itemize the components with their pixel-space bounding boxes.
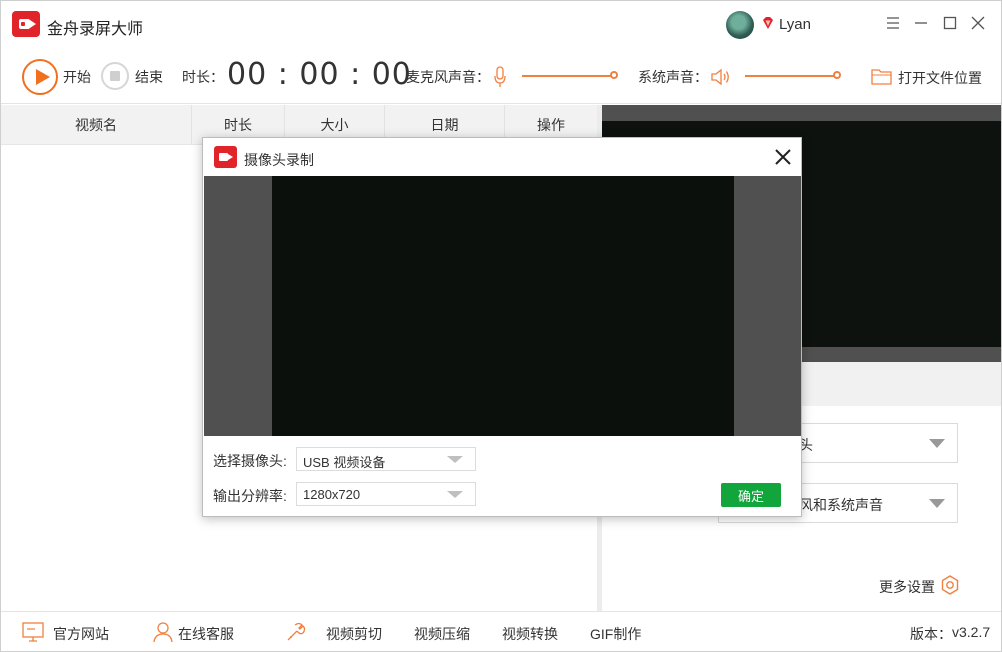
- tools-icon: [287, 622, 306, 641]
- app-logo-icon: [12, 11, 40, 37]
- gear-icon[interactable]: [940, 575, 960, 595]
- video-convert-link[interactable]: 视频转换: [502, 624, 558, 644]
- folder-icon[interactable]: [871, 67, 892, 85]
- minimize-icon[interactable]: [913, 15, 929, 31]
- chevron-down-icon: [929, 439, 945, 448]
- resolution-select-value: 1280x720: [303, 487, 361, 502]
- system-volume-knob[interactable]: [833, 71, 841, 79]
- camera-select-label: 选择摄像头:: [213, 453, 287, 469]
- customer-service-icon[interactable]: [152, 621, 174, 643]
- gif-maker-link[interactable]: GIF制作: [590, 624, 641, 644]
- chevron-down-icon: [929, 499, 945, 508]
- camera-select[interactable]: USB 视频设备: [296, 447, 476, 471]
- dialog-title: 摄像头录制: [244, 152, 314, 168]
- user-avatar[interactable]: [726, 11, 754, 39]
- version-number: v3.2.7: [952, 624, 991, 640]
- stop-record-icon[interactable]: [101, 62, 129, 90]
- audio-source-value: 风和系统声音: [799, 497, 883, 513]
- start-record-icon[interactable]: [22, 59, 58, 95]
- mic-volume-slider[interactable]: [522, 75, 614, 77]
- system-volume-slider[interactable]: [745, 75, 837, 77]
- resolution-select-label: 输出分辨率:: [213, 488, 287, 504]
- speaker-icon[interactable]: [711, 68, 733, 86]
- open-folder-button[interactable]: 打开文件位置: [898, 68, 982, 88]
- user-name[interactable]: Lyan: [779, 16, 811, 33]
- title-bar: 金舟录屏大师 Lyan: [1, 1, 1001, 47]
- start-button[interactable]: 开始: [63, 67, 91, 87]
- chevron-down-icon: [447, 491, 463, 498]
- bottom-bar: 官方网站 在线客服 视频剪切 视频压缩 视频转换 GIF制作 版本： v3.2.…: [1, 611, 1001, 651]
- maximize-icon[interactable]: [942, 15, 958, 31]
- system-volume-label: 系统声音：: [638, 69, 708, 85]
- camera-app-icon: [214, 146, 237, 168]
- video-cut-link[interactable]: 视频剪切: [326, 624, 382, 644]
- resolution-select[interactable]: 1280x720: [296, 482, 476, 506]
- online-support-link[interactable]: 在线客服: [178, 624, 234, 644]
- camera-select-value: USB 视频设备: [303, 455, 386, 470]
- confirm-button[interactable]: 确定: [721, 483, 781, 507]
- dialog-close-icon[interactable]: [774, 148, 792, 166]
- vip-diamond-icon: [763, 17, 773, 29]
- mic-volume-knob[interactable]: [610, 71, 618, 79]
- chevron-down-icon: [447, 456, 463, 463]
- column-video-name[interactable]: 视频名: [1, 105, 192, 145]
- microphone-icon[interactable]: [494, 66, 506, 88]
- more-settings-link[interactable]: 更多设置: [879, 577, 935, 597]
- app-title: 金舟录屏大师: [47, 21, 144, 38]
- menu-icon[interactable]: [885, 15, 901, 31]
- video-compress-link[interactable]: 视频压缩: [414, 624, 470, 644]
- camera-preview-canvas: [272, 176, 734, 436]
- close-icon[interactable]: [970, 15, 986, 31]
- app-window: 金舟录屏大师 Lyan 开始 结束 时长： 00 : 00 : 00 麦克风声音…: [0, 0, 1002, 652]
- camera-record-dialog: 摄像头录制 选择摄像头: USB 视频设备 输出分辨率: 1280x720 确定: [202, 137, 802, 517]
- duration-label: 时长：: [182, 69, 224, 85]
- stop-button[interactable]: 结束: [135, 67, 163, 87]
- record-toolbar: 开始 结束 时长： 00 : 00 : 00 麦克风声音： 系统声音： 打开文件…: [1, 47, 1001, 104]
- version-label: 版本：: [910, 626, 952, 642]
- record-timer: 00 : 00 : 00: [227, 57, 412, 92]
- official-website-link[interactable]: 官方网站: [53, 624, 109, 644]
- mic-volume-label: 麦克风声音：: [406, 69, 490, 85]
- website-icon[interactable]: [22, 621, 44, 643]
- camera-preview: [204, 176, 801, 436]
